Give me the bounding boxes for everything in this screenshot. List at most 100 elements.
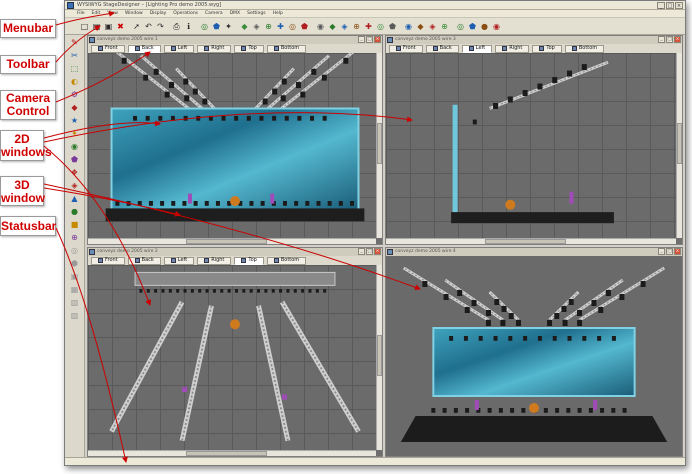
vertical-scrollbar[interactable]: [376, 265, 382, 450]
viewport-wire-3[interactable]: conveyz demo 2005 wire 3 _ □ × Front Back Left…: [385, 35, 683, 245]
camera-5-icon[interactable]: ✚: [363, 21, 374, 32]
tab-right[interactable]: Right: [197, 256, 232, 265]
render-4-icon[interactable]: ◉: [491, 21, 502, 32]
viewport-close-button[interactable]: ×: [374, 248, 381, 255]
tool-h-icon[interactable]: ✦: [68, 128, 81, 140]
scrollbar-thumb[interactable]: [677, 123, 682, 164]
view-3-icon[interactable]: ◈: [427, 21, 438, 32]
scrollbar-thumb[interactable]: [377, 335, 382, 376]
viewport-minimize-button[interactable]: _: [358, 248, 365, 255]
viewport-minimize-button[interactable]: _: [658, 248, 665, 255]
vertical-scrollbar[interactable]: [376, 53, 382, 238]
tool-8-icon[interactable]: ⬟: [299, 21, 310, 32]
tool-i-icon[interactable]: ◉: [68, 141, 81, 153]
print-icon[interactable]: ⎙: [171, 21, 182, 32]
select-icon[interactable]: ➚: [131, 21, 142, 32]
tab-bottom[interactable]: Bottom: [266, 44, 307, 53]
menu-item-help[interactable]: Help: [273, 10, 283, 17]
tool-l-icon[interactable]: ◈: [68, 180, 81, 192]
tool-u-icon[interactable]: ▧: [68, 297, 81, 309]
viewport-close-button[interactable]: ×: [374, 36, 381, 43]
menu-item-settings[interactable]: Settings: [247, 10, 265, 17]
tool-e-icon[interactable]: ⚙: [68, 89, 81, 101]
view-1-icon[interactable]: ◉: [403, 21, 414, 32]
menu-item-window[interactable]: Window: [125, 10, 143, 17]
info-icon[interactable]: ℹ: [183, 21, 194, 32]
menu-item-operations[interactable]: Operations: [173, 10, 198, 17]
tab-top[interactable]: Top: [234, 44, 264, 53]
view-2-icon[interactable]: ◆: [415, 21, 426, 32]
camera-4-icon[interactable]: ⊕: [351, 21, 362, 32]
close-button[interactable]: ×: [675, 2, 683, 9]
tab-front[interactable]: Front: [91, 256, 125, 265]
tool-a-icon[interactable]: ✎: [68, 37, 81, 49]
tab-front[interactable]: Front: [91, 44, 125, 53]
viewport-wire-2[interactable]: conveyz demo 2005 wire 2 _ □ × Front Back Left…: [87, 247, 383, 457]
tab-top[interactable]: Top: [532, 44, 562, 53]
tool-v-icon[interactable]: ▨: [68, 310, 81, 322]
tab-back[interactable]: Back: [127, 256, 161, 265]
tool-3-icon[interactable]: ◆: [239, 21, 250, 32]
tool-1-icon[interactable]: ◎: [199, 21, 210, 32]
tool-n-icon[interactable]: ●: [68, 206, 81, 218]
camera-6-icon[interactable]: ◎: [375, 21, 386, 32]
menu-item-display[interactable]: Display: [150, 10, 167, 17]
save-icon[interactable]: ▣: [103, 21, 114, 32]
tool-k-icon[interactable]: ❖: [68, 167, 81, 179]
horizontal-scrollbar[interactable]: [88, 238, 376, 244]
redo-icon[interactable]: ↷: [155, 21, 166, 32]
tool-6-icon[interactable]: ✚: [275, 21, 286, 32]
scrollbar-thumb[interactable]: [185, 451, 267, 456]
tool-o-icon[interactable]: ■: [68, 219, 81, 231]
tool-7-icon[interactable]: ◎: [287, 21, 298, 32]
new-icon[interactable]: □: [79, 21, 90, 32]
minimize-button[interactable]: _: [657, 2, 665, 9]
menu-item-dmx[interactable]: DMX: [230, 10, 240, 17]
tool-m-icon[interactable]: ▲: [68, 193, 81, 205]
scrollbar-thumb[interactable]: [484, 239, 566, 244]
viewport-wire-4[interactable]: conveyz demo 2005 wire 4 _ □ ×: [385, 247, 683, 457]
scrollbar-thumb[interactable]: [377, 123, 382, 164]
undo-icon[interactable]: ↶: [143, 21, 154, 32]
tab-top[interactable]: Top: [234, 256, 264, 265]
light-icon[interactable]: ✦: [223, 21, 234, 32]
vertical-scrollbar[interactable]: [676, 53, 682, 238]
tool-b-icon[interactable]: ✂: [68, 50, 81, 62]
tab-back[interactable]: Back: [425, 44, 459, 53]
tool-5-icon[interactable]: ⊕: [263, 21, 274, 32]
viewport-close-button[interactable]: ×: [674, 248, 681, 255]
viewport-minimize-button[interactable]: _: [358, 36, 365, 43]
tool-p-icon[interactable]: ⊕: [68, 232, 81, 244]
camera-1-icon[interactable]: ◉: [315, 21, 326, 32]
tab-left[interactable]: Left: [163, 44, 195, 53]
camera-3-icon[interactable]: ◈: [339, 21, 350, 32]
menu-item-edit[interactable]: Edit: [92, 10, 101, 17]
tab-bottom[interactable]: Bottom: [266, 256, 307, 265]
menu-item-view[interactable]: View: [107, 10, 118, 17]
tab-left[interactable]: Left: [461, 44, 493, 53]
tab-right[interactable]: Right: [495, 44, 530, 53]
tool-g-icon[interactable]: ★: [68, 115, 81, 127]
tab-left[interactable]: Left: [163, 256, 195, 265]
tab-bottom[interactable]: Bottom: [564, 44, 605, 53]
tool-t-icon[interactable]: ▦: [68, 284, 81, 296]
tool-d-icon[interactable]: ◐: [68, 76, 81, 88]
viewport-maximize-button[interactable]: □: [666, 248, 673, 255]
tab-right[interactable]: Right: [197, 44, 232, 53]
camera-2-icon[interactable]: ◆: [327, 21, 338, 32]
tool-q-icon[interactable]: ◎: [68, 245, 81, 257]
viewport-wire-1[interactable]: conveyz demo 2005 wire 1 _ □ × Front Back Left…: [87, 35, 383, 245]
tool-s-icon[interactable]: ▣: [68, 271, 81, 283]
viewport-maximize-button[interactable]: □: [366, 36, 373, 43]
tool-c-icon[interactable]: ⬚: [68, 63, 81, 75]
tool-2-icon[interactable]: ⬟: [211, 21, 222, 32]
tool-f-icon[interactable]: ◆: [68, 102, 81, 114]
horizontal-scrollbar[interactable]: [88, 450, 376, 456]
menu-item-file[interactable]: File: [77, 10, 85, 17]
tool-r-icon[interactable]: ⬢: [68, 258, 81, 270]
maximize-button[interactable]: □: [666, 2, 674, 9]
tab-front[interactable]: Front: [389, 44, 423, 53]
open-icon[interactable]: ▤: [91, 21, 102, 32]
viewport-maximize-button[interactable]: □: [366, 248, 373, 255]
camera-7-icon[interactable]: ⬟: [387, 21, 398, 32]
